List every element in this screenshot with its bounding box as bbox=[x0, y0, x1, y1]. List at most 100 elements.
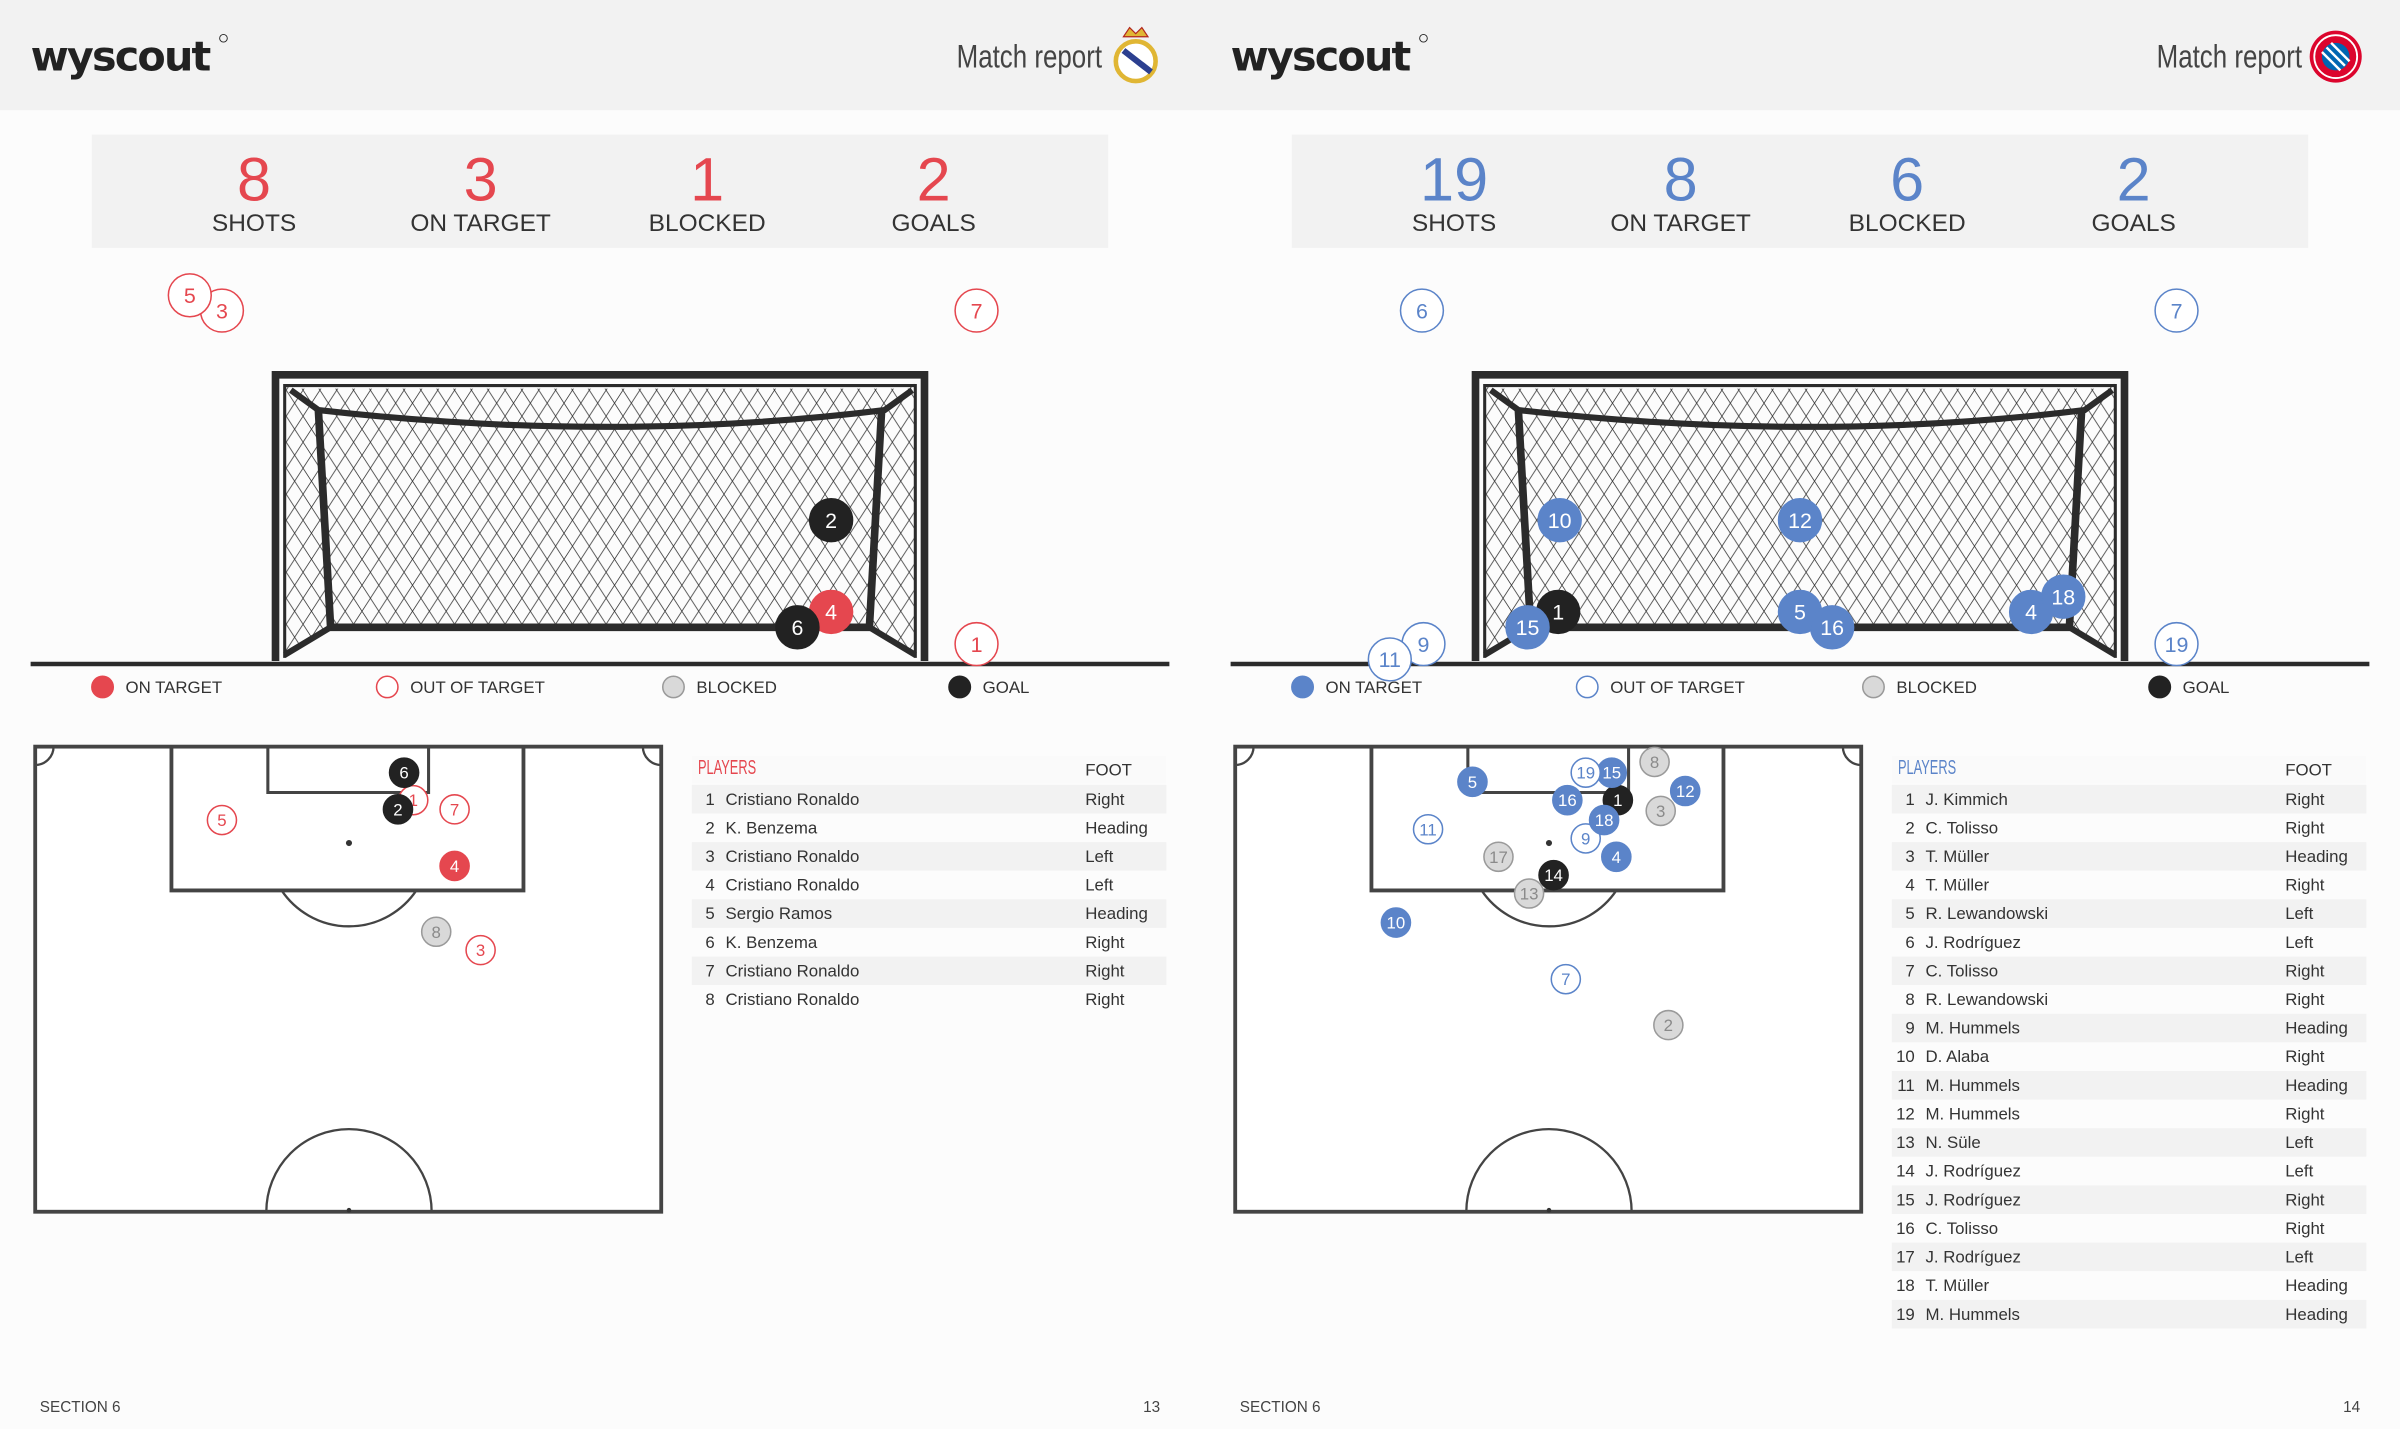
row-foot: Right bbox=[2285, 1190, 2325, 1209]
shot-number: 8 bbox=[1650, 753, 1659, 772]
row-number: 5 bbox=[1905, 904, 1914, 923]
table-row[interactable]: 8 Cristiano Ronaldo Right bbox=[691, 985, 1167, 1014]
players-table: PLAYERS FOOT 1 J. Kimmich Right 2 C. Tolisso Ri… bbox=[1891, 755, 2367, 1329]
shot-marker-on-target[interactable]: 5 bbox=[1457, 766, 1488, 798]
shot-number: 5 bbox=[217, 811, 226, 830]
row-foot: Right bbox=[2285, 818, 2325, 837]
row-number: 3 bbox=[1905, 847, 1914, 866]
table-row[interactable]: 19 M. Hummels Heading bbox=[1891, 1299, 2367, 1329]
table-row[interactable]: 5 Sergio Ramos Heading bbox=[691, 899, 1167, 928]
shot-marker-goal[interactable]: 6 bbox=[775, 605, 820, 650]
legend-label: BLOCKED bbox=[1896, 678, 1976, 697]
shot-marker-on-target[interactable]: 18 bbox=[2041, 574, 2086, 619]
shot-marker-on-target[interactable]: 18 bbox=[1588, 804, 1620, 836]
legend-item-out-of-target: OUT OF TARGET bbox=[375, 675, 545, 699]
table-row[interactable]: 3 Cristiano Ronaldo Left bbox=[691, 842, 1167, 871]
row-player: T. Müller bbox=[1926, 876, 1990, 895]
shot-marker-goal[interactable]: 14 bbox=[1538, 859, 1569, 891]
shot-marker-out[interactable]: 7 bbox=[1550, 963, 1582, 995]
table-row[interactable]: 4 T. Müller Right bbox=[1891, 870, 2367, 900]
shot-marker-blocked[interactable]: 8 bbox=[1639, 746, 1670, 778]
shot-marker-goal[interactable]: 6 bbox=[388, 757, 420, 788]
shot-marker-blocked[interactable]: 2 bbox=[1653, 1009, 1684, 1041]
legend-label: GOAL bbox=[983, 678, 1030, 697]
table-row[interactable]: 4 Cristiano Ronaldo Left bbox=[691, 870, 1167, 900]
row-foot: Heading bbox=[2285, 1076, 2348, 1095]
shot-number: 8 bbox=[432, 923, 441, 942]
table-row[interactable]: 16 C. Tolisso Right bbox=[1891, 1214, 2367, 1243]
players-column-header: PLAYERS bbox=[1898, 757, 1956, 779]
table-row[interactable]: 11 M. Hummels Heading bbox=[1891, 1070, 2367, 1100]
table-row[interactable]: 18 T. Müller Heading bbox=[1891, 1271, 2367, 1300]
shot-marker-blocked[interactable]: 17 bbox=[1483, 841, 1514, 873]
table-row[interactable]: 2 C. Tolisso Right bbox=[1891, 813, 2367, 843]
shot-number: 14 bbox=[1544, 866, 1563, 885]
table-row[interactable]: 2 K. Benzema Heading bbox=[691, 813, 1167, 843]
shot-marker-on-target[interactable]: 12 bbox=[1669, 775, 1701, 807]
shot-marker-out[interactable]: 1 bbox=[954, 621, 999, 667]
table-row[interactable]: 1 J. Kimmich Right bbox=[1891, 784, 2367, 814]
shot-marker-out[interactable]: 5 bbox=[167, 273, 212, 318]
shot-marker-out[interactable]: 7 bbox=[954, 288, 999, 333]
shot-marker-out[interactable]: 7 bbox=[2154, 288, 2199, 333]
table-row[interactable]: 6 J. Rodríguez Left bbox=[1891, 927, 2367, 957]
center-spot bbox=[1546, 1207, 1552, 1213]
shot-marker-on-target[interactable]: 15 bbox=[1596, 757, 1628, 788]
shot-marker-on-target[interactable]: 4 bbox=[439, 850, 470, 882]
shot-marker-on-target[interactable]: 16 bbox=[1809, 605, 1855, 650]
row-number: 4 bbox=[1905, 876, 1914, 895]
row-foot: Left bbox=[2285, 1162, 2313, 1181]
shot-marker-on-target[interactable]: 10 bbox=[1380, 907, 1412, 938]
shot-marker-out[interactable]: 19 bbox=[1570, 757, 1602, 788]
foot-column-header: FOOT bbox=[2285, 761, 2332, 780]
table-row[interactable]: 5 R. Lewandowski Left bbox=[1891, 899, 2367, 928]
shot-number: 3 bbox=[1656, 802, 1665, 821]
shot-marker-on-target[interactable]: 12 bbox=[1777, 498, 1823, 543]
shot-marker-blocked[interactable]: 13 bbox=[1513, 878, 1545, 909]
table-row[interactable]: 1 Cristiano Ronaldo Right bbox=[691, 784, 1167, 814]
goal-net-back bbox=[318, 410, 885, 628]
table-row[interactable]: 15 J. Rodríguez Right bbox=[1891, 1185, 2367, 1215]
shot-number: 9 bbox=[1418, 633, 1430, 657]
row-number: 9 bbox=[1905, 1019, 1914, 1038]
shot-marker-on-target[interactable]: 4 bbox=[1601, 841, 1632, 873]
table-row[interactable]: 6 K. Benzema Right bbox=[691, 927, 1167, 957]
table-row[interactable]: 13 N. Süle Left bbox=[1891, 1128, 2367, 1157]
shot-marker-on-target[interactable]: 15 bbox=[1505, 605, 1550, 650]
shot-marker-out[interactable]: 7 bbox=[439, 794, 470, 825]
table-row[interactable]: 12 M. Hummels Right bbox=[1891, 1099, 2367, 1129]
row-number: 8 bbox=[1905, 990, 1914, 1009]
shot-marker-out[interactable]: 11 bbox=[1412, 813, 1444, 845]
shot-marker-goal[interactable]: 2 bbox=[808, 498, 854, 543]
table-row[interactable]: 8 R. Lewandowski Right bbox=[1891, 985, 2367, 1014]
shot-number: 11 bbox=[1419, 820, 1436, 839]
shot-marker-goal[interactable]: 2 bbox=[382, 794, 414, 825]
legend-label: BLOCKED bbox=[696, 678, 776, 697]
shot-marker-blocked[interactable]: 8 bbox=[420, 916, 452, 948]
table-row[interactable]: 9 M. Hummels Heading bbox=[1891, 1013, 2367, 1043]
shot-marker-on-target[interactable]: 10 bbox=[1537, 498, 1582, 543]
shot-marker-out[interactable]: 19 bbox=[2154, 621, 2199, 667]
shot-marker-out[interactable]: 3 bbox=[465, 934, 496, 966]
section-label: SECTION 6 bbox=[1240, 1399, 1321, 1416]
row-foot: Right bbox=[1085, 990, 1125, 1009]
shot-marker-out[interactable]: 5 bbox=[206, 804, 238, 836]
table-row[interactable]: 17 J. Rodríguez Left bbox=[1891, 1242, 2367, 1272]
table-row[interactable]: 3 T. Müller Heading bbox=[1891, 842, 2367, 871]
legend-item-goal: GOAL bbox=[948, 675, 1030, 699]
shot-marker-blocked[interactable]: 3 bbox=[1645, 795, 1677, 827]
stat-value: 19 bbox=[1420, 145, 1488, 213]
table-row[interactable]: 10 D. Alaba Right bbox=[1891, 1042, 2367, 1071]
shot-marker-out[interactable]: 6 bbox=[1399, 288, 1445, 333]
stat-label: GOALS bbox=[2092, 210, 2176, 237]
shot-marker-out[interactable]: 11 bbox=[1367, 637, 1412, 682]
table-row[interactable]: 7 C. Tolisso Right bbox=[1891, 956, 2367, 986]
row-player: M. Hummels bbox=[1926, 1104, 2020, 1123]
table-row[interactable]: 14 J. Rodríguez Left bbox=[1891, 1156, 2367, 1186]
shot-marker-on-target[interactable]: 16 bbox=[1552, 784, 1583, 816]
row-player: K. Benzema bbox=[726, 933, 818, 952]
shot-number: 5 bbox=[1794, 601, 1806, 625]
legend-label: GOAL bbox=[2183, 678, 2230, 697]
row-foot: Right bbox=[2285, 876, 2325, 895]
table-row[interactable]: 7 Cristiano Ronaldo Right bbox=[691, 956, 1167, 986]
